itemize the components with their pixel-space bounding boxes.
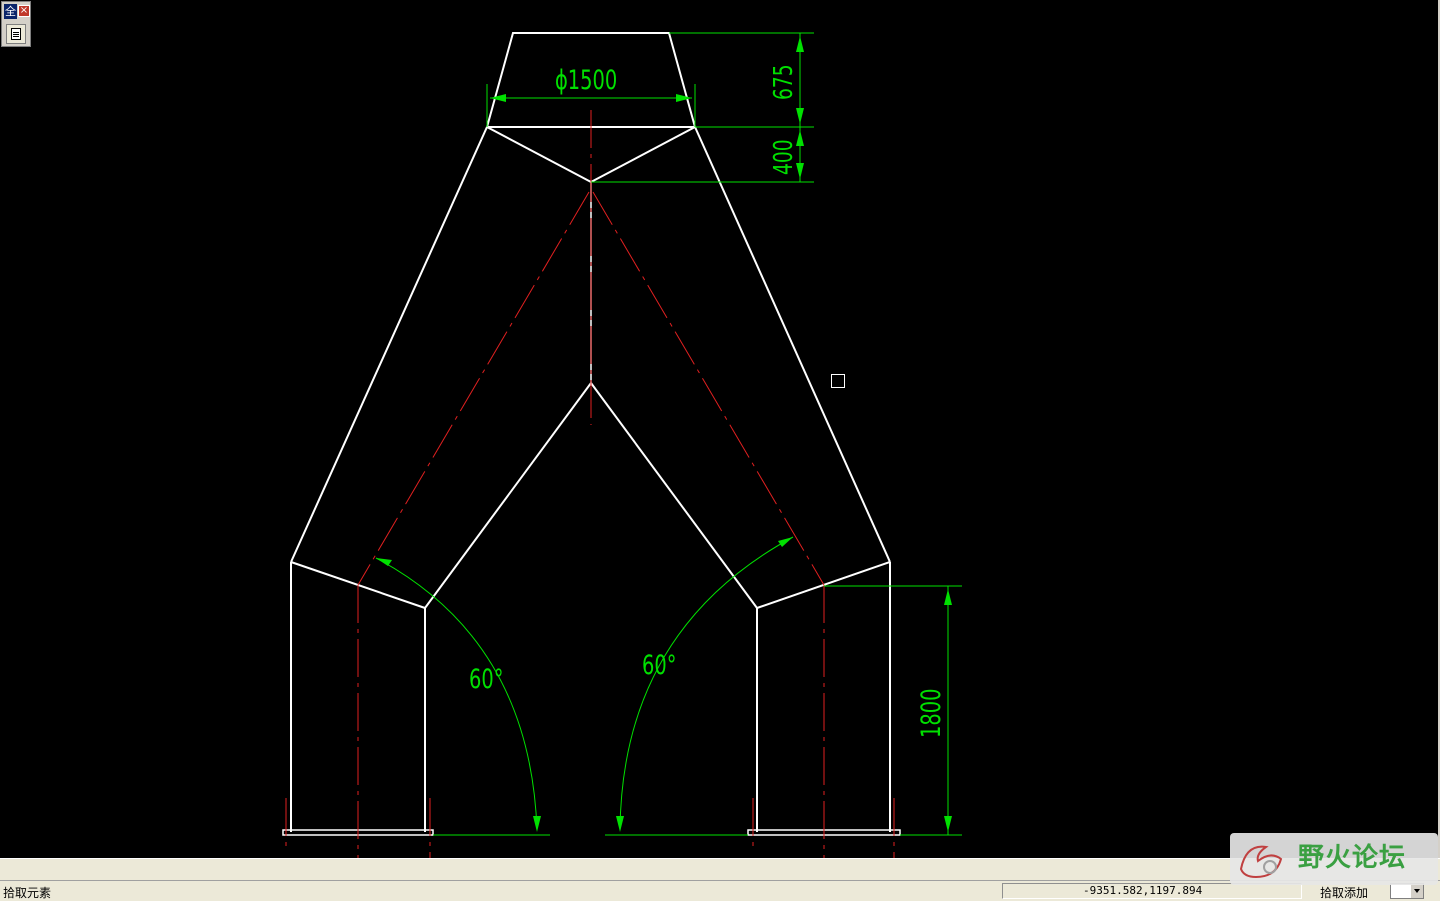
pick-mode-select[interactable] — [1390, 883, 1424, 899]
centerline-right-diagonal — [592, 191, 825, 586]
centerline-left-diagonal — [357, 191, 590, 586]
pick-cursor-box — [831, 374, 845, 388]
cone-left-line — [486, 126, 592, 183]
quick-toolbar-label: 全 — [4, 4, 17, 19]
left-outer-diagonal — [290, 126, 488, 563]
document-button[interactable] — [6, 24, 26, 44]
document-icon — [11, 28, 21, 40]
left-inner-diagonal — [424, 382, 592, 609]
coordinate-panel: -9351.582,1197.894 — [1002, 883, 1302, 899]
watermark-text: 野火论坛 — [1298, 843, 1407, 873]
chevron-down-icon — [1411, 884, 1423, 898]
dim-leg-height-label: 1800 — [915, 689, 947, 738]
status-prompt: 拾取元素 — [3, 886, 52, 900]
forum-watermark: 野火论坛 — [1230, 833, 1438, 885]
right-inner-diagonal — [590, 382, 758, 609]
dimension-labels: ϕ1500 675 400 1800 60° 60° — [469, 64, 947, 738]
right-outer-diagonal — [694, 126, 891, 563]
centerlines — [285, 110, 895, 858]
quick-toolbar-header: 全 × — [4, 4, 30, 19]
coordinate-readout: -9351.582,1197.894 — [1083, 884, 1203, 897]
dim-top-height-label: 675 — [768, 64, 799, 100]
flame-logo-icon — [1239, 845, 1283, 879]
dim-cone-height-label: 400 — [768, 139, 799, 175]
drawing-canvas[interactable]: ϕ1500 675 400 1800 60° 60° 全 × — [0, 0, 1440, 858]
horizontal-scrollbar[interactable] — [0, 858, 1440, 881]
dimension-lines — [375, 32, 962, 836]
status-bar: 拾取元素 -9351.582,1197.894 拾取添加 — [0, 880, 1440, 901]
dim-angle-right-label: 60° — [642, 649, 676, 681]
pick-mode-label: 拾取添加 — [1320, 886, 1369, 900]
quick-toolbar: 全 × — [1, 1, 31, 47]
flanges — [282, 829, 901, 836]
dimension-arrows — [376, 36, 952, 832]
dim-diameter-label: ϕ1500 — [555, 64, 617, 96]
cone-right-line — [590, 126, 696, 183]
dim-angle-left-label: 60° — [469, 663, 503, 695]
close-icon[interactable]: × — [18, 5, 30, 17]
